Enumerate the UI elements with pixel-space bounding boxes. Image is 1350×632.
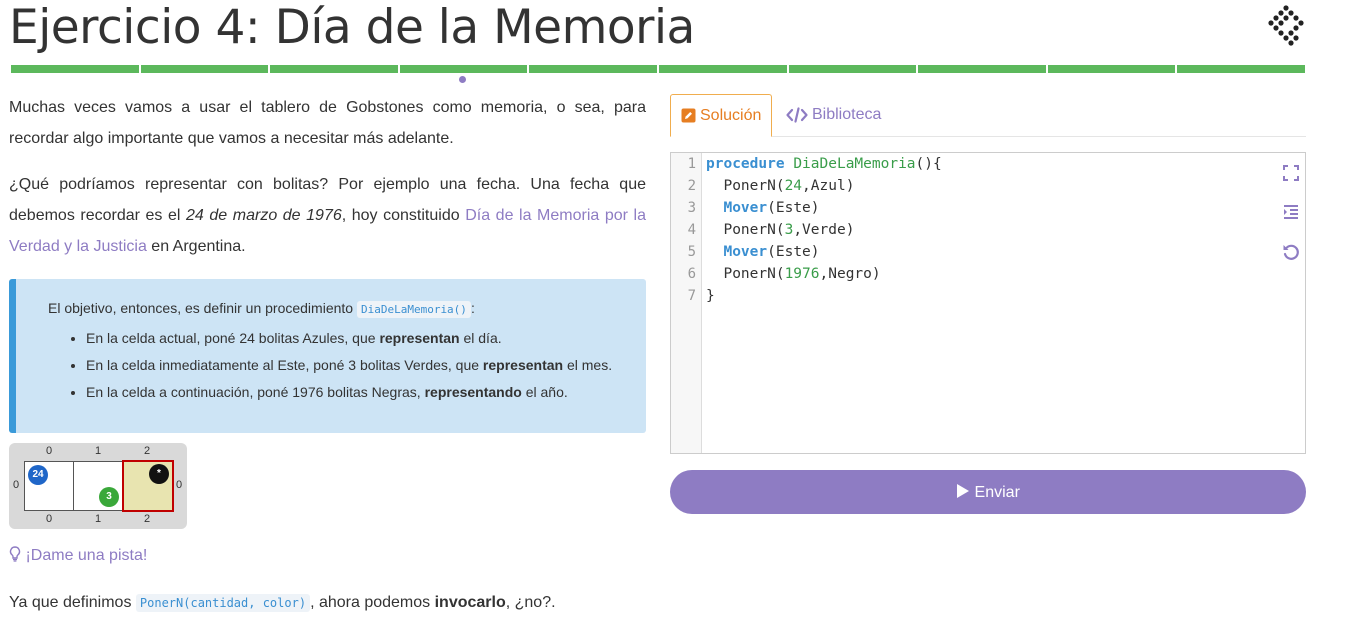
play-icon: [957, 484, 970, 498]
column-label: 0: [46, 445, 53, 457]
text: El objetivo, entonces, es definir un pro…: [48, 300, 357, 316]
callout-intro: El objetivo, entonces, es definir un pro…: [48, 295, 646, 323]
text: el mes.: [563, 357, 613, 373]
code-line[interactable]: PonerN(3,Verde): [706, 219, 942, 241]
line-number: 3: [687, 200, 696, 216]
column-label: 2: [144, 513, 151, 525]
text: el día.: [459, 330, 502, 346]
edit-icon: [681, 108, 696, 123]
line-number: 5: [687, 244, 696, 260]
code-icon: [786, 107, 808, 123]
keyword: procedure: [706, 156, 785, 172]
date-emphasis: 24 de marzo de 1976: [186, 207, 342, 224]
tab-label: Solución: [700, 107, 762, 124]
objective-list: En la celda actual, poné 24 bolitas Azul…: [48, 325, 646, 406]
list-item: En la celda inmediatamente al Este, poné…: [86, 352, 646, 379]
code-content[interactable]: procedure DiaDeLaMemoria(){ PonerN(24,Az…: [706, 153, 942, 307]
text: En la celda inmediatamente al Este, poné…: [86, 357, 483, 373]
line-number: 4: [687, 222, 696, 238]
text: , ahora podemos: [310, 594, 435, 611]
line-number-gutter: 1 2 3 4 5 6 7: [671, 153, 702, 453]
row-label: 0: [13, 479, 20, 491]
code-line[interactable]: procedure DiaDeLaMemoria(){: [706, 153, 942, 175]
green-ball: 3: [99, 487, 119, 507]
text: , ¿no?.: [505, 594, 556, 611]
list-item: En la celda a continuación, poné 1976 bo…: [86, 379, 646, 406]
text: Ya que definimos: [9, 594, 136, 611]
code-line[interactable]: }: [706, 285, 942, 307]
description-paragraph: ¿Qué podríamos representar con bolitas? …: [9, 169, 646, 262]
line-number: 1: [687, 156, 696, 172]
progress-segment[interactable]: [658, 65, 787, 73]
tab-solucion[interactable]: Solución: [670, 94, 773, 137]
number-literal: 1976: [784, 266, 820, 282]
gobstones-board: 0 1 2 0 0 24 3 * 0 1 2: [9, 443, 187, 529]
code-line[interactable]: PonerN(24,Azul): [706, 175, 942, 197]
progress-segment[interactable]: [140, 65, 269, 73]
tab-label: Biblioteca: [812, 106, 882, 123]
current-exercise-marker: [459, 76, 466, 83]
column-label: 2: [144, 445, 151, 457]
board-cell-head: *: [122, 460, 174, 512]
black-ball: *: [149, 464, 169, 484]
keyword: Mover: [723, 200, 768, 216]
bold-text: invocarlo: [434, 594, 506, 611]
submit-button[interactable]: Enviar: [670, 470, 1306, 514]
text: :: [470, 300, 475, 316]
progress-segment[interactable]: [1177, 65, 1305, 73]
continuation-paragraph: Ya que definimos PonerN(cantidad, color)…: [9, 594, 556, 612]
bold-text: representan: [379, 330, 460, 346]
number-literal: 24: [784, 178, 803, 194]
progress-segment[interactable]: [788, 65, 917, 73]
progress-segment[interactable]: [270, 65, 398, 73]
text: el año.: [521, 384, 568, 400]
board-cell: 24: [24, 461, 74, 511]
objective-callout: El objetivo, entonces, es definir un pro…: [9, 279, 646, 433]
hint-label: ¡Dame una pista!: [25, 547, 148, 564]
line-number: 6: [687, 266, 696, 282]
procedure-name-code: DiaDeLaMemoria(): [356, 301, 471, 318]
reset-icon[interactable]: [1281, 242, 1301, 262]
hint-link[interactable]: ¡Dame una pista!: [9, 546, 147, 565]
text: En la celda actual, poné 24 bolitas Azul…: [86, 330, 380, 346]
page-title: Ejercicio 4: Día de la Memoria: [9, 0, 695, 55]
indent-icon[interactable]: [1281, 202, 1301, 222]
description-paragraph: Muchas veces vamos a usar el tablero de …: [9, 99, 646, 147]
column-label: 1: [95, 513, 102, 525]
mumuki-logo-icon[interactable]: [1264, 4, 1308, 48]
text: , hoy constituido: [341, 207, 466, 224]
exercise-description: Muchas veces vamos a usar el tablero de …: [9, 92, 646, 262]
line-number: 7: [687, 288, 696, 304]
bold-text: representan: [482, 357, 564, 373]
board-cell: 3: [73, 461, 123, 511]
progress-bar: [11, 65, 1305, 73]
blue-ball: 24: [28, 465, 48, 485]
number-literal: 3: [784, 222, 794, 238]
column-label: 0: [46, 513, 53, 525]
tab-biblioteca[interactable]: Biblioteca: [776, 94, 891, 137]
editor-tabs: Solución Biblioteca: [670, 94, 1306, 137]
column-label: 1: [95, 445, 102, 457]
progress-segment[interactable]: [1047, 65, 1176, 73]
code-line[interactable]: Mover(Este): [706, 241, 942, 263]
lightbulb-icon: [9, 546, 21, 562]
submit-label: Enviar: [974, 484, 1020, 501]
progress-segment[interactable]: [529, 65, 657, 73]
row-label: 0: [176, 479, 183, 491]
progress-segment[interactable]: [399, 65, 528, 73]
bold-text: representando: [424, 384, 522, 400]
code-editor[interactable]: 1 2 3 4 5 6 7 procedure DiaDeLaMemoria()…: [670, 152, 1306, 454]
list-item: En la celda actual, poné 24 bolitas Azul…: [86, 325, 646, 352]
progress-segment[interactable]: [918, 65, 1046, 73]
keyword: Mover: [723, 244, 768, 260]
procedure-name: DiaDeLaMemoria: [793, 156, 916, 172]
text: en Argentina.: [146, 238, 246, 255]
code-line[interactable]: PonerN(1976,Negro): [706, 263, 942, 285]
code-line[interactable]: Mover(Este): [706, 197, 942, 219]
text: En la celda a continuación, poné 1976 bo…: [86, 384, 425, 400]
line-number: 2: [687, 178, 696, 194]
code-snippet: PonerN(cantidad, color): [135, 594, 311, 612]
fullscreen-icon[interactable]: [1281, 163, 1301, 183]
progress-segment[interactable]: [11, 65, 139, 73]
